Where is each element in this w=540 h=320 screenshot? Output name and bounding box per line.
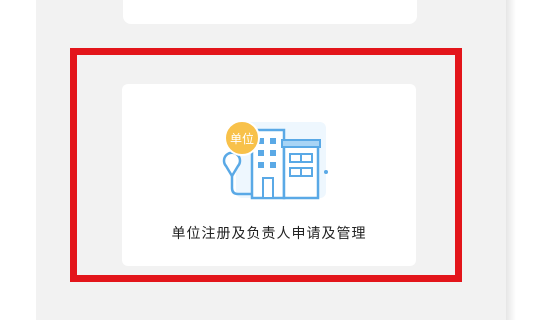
screen: 单位 单位注册及负责人申请及管理 — [0, 0, 540, 320]
panel-edge-shadow — [506, 0, 516, 320]
unit-registration-card[interactable]: 单位 单位注册及负责人申请及管理 — [122, 84, 416, 266]
previous-card[interactable] — [123, 0, 417, 24]
card-label: 单位注册及负责人申请及管理 — [171, 225, 367, 241]
building-with-location-pin-icon: 单位 — [208, 108, 338, 204]
badge-text: 单位 — [230, 131, 254, 146]
